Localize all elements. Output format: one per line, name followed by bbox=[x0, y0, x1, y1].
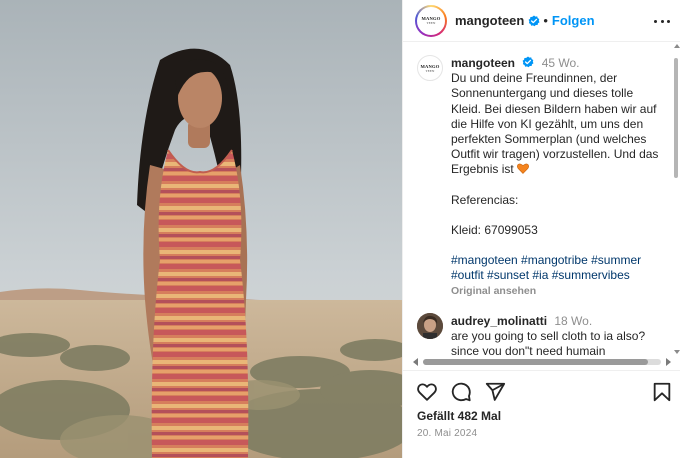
caption-username[interactable]: mangoteen bbox=[451, 56, 515, 70]
post-header: MANGO TEEN mangoteen • Folgen bbox=[403, 0, 680, 42]
brand-logo-subtext: TEEN bbox=[426, 21, 436, 25]
vertical-scrollbar[interactable] bbox=[673, 44, 680, 354]
hashtags[interactable]: #mangoteen #mangotribe #summer #outfit #… bbox=[451, 253, 665, 283]
post-image[interactable] bbox=[0, 0, 402, 458]
caption-timestamp[interactable]: 45 Wo. bbox=[542, 56, 580, 70]
header-username[interactable]: mangoteen bbox=[455, 13, 524, 28]
post-actions-bar bbox=[403, 370, 680, 406]
comment-username[interactable]: audrey_molinatti bbox=[451, 314, 547, 328]
comment-text: are you going to sell cloth to ia also? … bbox=[451, 329, 646, 355]
caption: mangoteen 45 Wo. Du und deine Freundinne… bbox=[451, 56, 665, 300]
references-label: Referencias: bbox=[451, 192, 519, 207]
scroll-up-arrow-icon[interactable] bbox=[674, 44, 680, 48]
post-photo bbox=[0, 0, 402, 458]
comment-timestamp[interactable]: 18 Wo. bbox=[554, 314, 592, 328]
comments-section[interactable]: MANGO TEEN mangoteen 45 Wo. Du und deine… bbox=[403, 43, 680, 355]
horizontal-scrollbar[interactable] bbox=[413, 356, 677, 368]
caption-text: Du und deine Freundinnen, der Sonnenunte… bbox=[451, 71, 662, 177]
scroll-right-arrow-icon[interactable] bbox=[666, 358, 671, 366]
orange-heart-emoji-icon bbox=[517, 164, 529, 175]
scroll-left-arrow-icon[interactable] bbox=[413, 358, 418, 366]
verified-badge-icon bbox=[522, 56, 534, 68]
instagram-post-modal: MANGO TEEN mangoteen • Folgen MANGO TEEN bbox=[0, 0, 680, 458]
caption-avatar[interactable]: MANGO TEEN bbox=[417, 55, 443, 81]
vertical-scroll-thumb[interactable] bbox=[674, 58, 678, 178]
verified-badge-icon bbox=[528, 15, 540, 26]
comment-avatar-photo bbox=[417, 313, 443, 339]
scroll-down-arrow-icon[interactable] bbox=[674, 350, 680, 354]
post-date[interactable]: 20. Mai 2024 bbox=[417, 428, 477, 439]
reference-value: Kleid: 67099053 bbox=[451, 222, 538, 237]
post-side-panel: MANGO TEEN mangoteen • Folgen MANGO TEEN bbox=[402, 0, 680, 458]
see-original-link[interactable]: Original ansehen bbox=[451, 284, 665, 299]
header-separator: • bbox=[543, 13, 548, 28]
bookmark-icon[interactable] bbox=[651, 381, 673, 403]
share-icon[interactable] bbox=[484, 381, 506, 403]
caption-logo-subtext: TEEN bbox=[425, 68, 435, 73]
comment: audrey_molinatti 18 Wo. are you going to… bbox=[451, 314, 665, 355]
comment-icon[interactable] bbox=[450, 381, 472, 403]
comment-avatar[interactable] bbox=[417, 313, 443, 339]
more-options-icon[interactable] bbox=[654, 13, 670, 29]
horizontal-scroll-thumb[interactable] bbox=[423, 359, 648, 365]
follow-button[interactable]: Folgen bbox=[552, 13, 595, 28]
likes-count[interactable]: Gefällt 482 Mal bbox=[417, 409, 501, 423]
profile-avatar[interactable]: MANGO TEEN bbox=[415, 4, 447, 37]
heart-icon[interactable] bbox=[416, 381, 438, 403]
